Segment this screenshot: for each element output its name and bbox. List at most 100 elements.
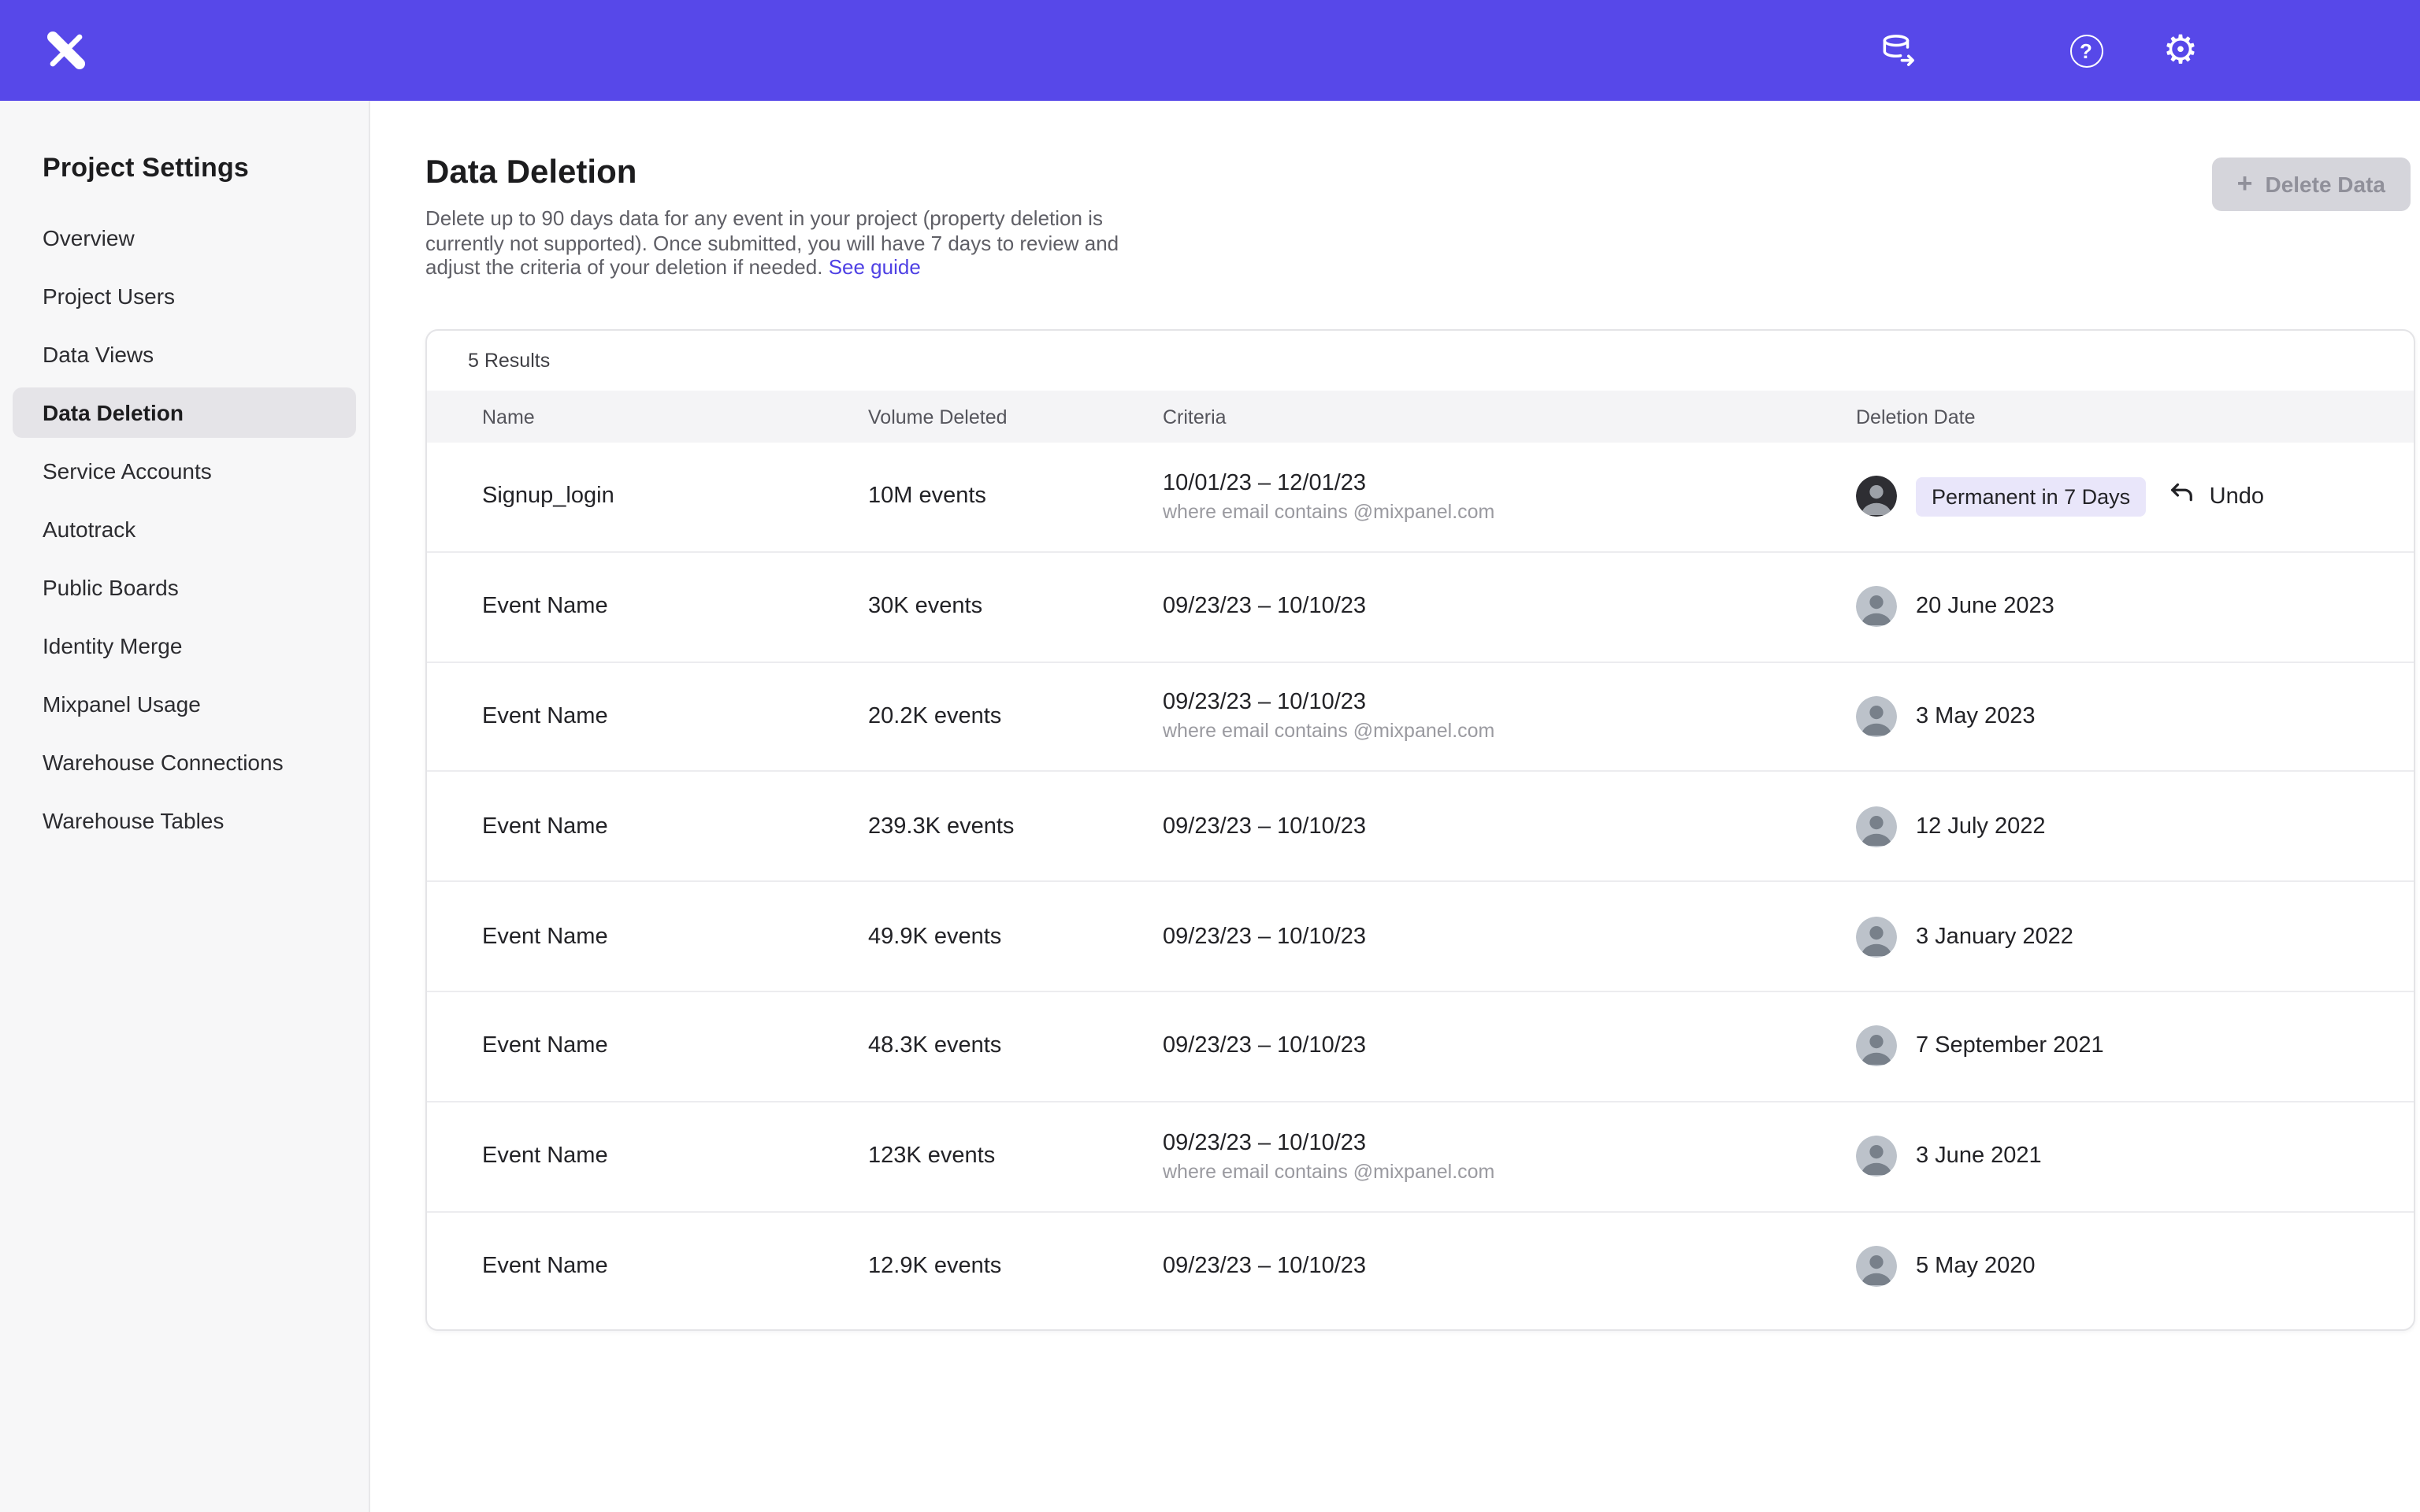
volume-cell: 20.2K events <box>868 704 1163 729</box>
see-guide-link[interactable]: See guide <box>829 255 921 279</box>
volume-cell: 239.3K events <box>868 814 1163 839</box>
page-title: Data Deletion <box>425 154 637 192</box>
volume-value: 239.3K events <box>868 814 1014 839</box>
deletion-date: 12 July 2022 <box>1916 814 2045 839</box>
sidebar-item-mixpanel-usage[interactable]: Mixpanel Usage <box>13 679 356 729</box>
event-name: Event Name <box>482 1143 608 1169</box>
sidebar-item-label: Identity Merge <box>43 633 182 658</box>
deletion-date-cell: 12 July 2022 <box>1856 806 2414 847</box>
user-avatar <box>1856 916 1897 957</box>
app-window: ? ⚙ Project Settings OverviewProject Use… <box>0 0 2420 1512</box>
event-name-cell: Event Name <box>482 814 868 839</box>
criteria-cell: 09/23/23 – 10/10/23 <box>1163 924 1856 949</box>
volume-cell: 30K events <box>868 594 1163 619</box>
criteria-cell: 09/23/23 – 10/10/23 <box>1163 814 1856 839</box>
criteria-range: 09/23/23 – 10/10/23 <box>1163 1130 1856 1155</box>
column-header-deletion-date: Deletion Date <box>1856 406 2414 428</box>
settings-icon[interactable]: ⚙ <box>2160 30 2201 71</box>
volume-value: 123K events <box>868 1143 995 1169</box>
sidebar-item-identity-merge[interactable]: Identity Merge <box>13 621 356 671</box>
plus-icon: + <box>2237 170 2253 197</box>
table-row: Event Name 20.2K events 09/23/23 – 10/10… <box>427 662 2414 773</box>
deletion-date-cell: 3 May 2023 <box>1856 696 2414 737</box>
criteria-filter: where email contains @mixpanel.com <box>1163 501 1856 523</box>
delete-data-label: Delete Data <box>2265 172 2385 197</box>
table-row: Event Name 12.9K events 09/23/23 – 10/10… <box>427 1212 2414 1322</box>
volume-value: 48.3K events <box>868 1034 1001 1059</box>
undo-icon <box>2169 480 2195 513</box>
sidebar-item-label: Overview <box>43 225 135 250</box>
user-avatar <box>1856 1247 1897 1288</box>
criteria-range: 09/23/23 – 10/10/23 <box>1163 691 1856 716</box>
column-header-volume: Volume Deleted <box>868 406 1163 428</box>
criteria-filter: where email contains @mixpanel.com <box>1163 721 1856 743</box>
criteria-cell: 10/01/23 – 12/01/23 where email contains… <box>1163 471 1856 523</box>
data-export-icon[interactable] <box>1876 30 1917 71</box>
event-name-cell: Event Name <box>482 704 868 729</box>
criteria-range: 09/23/23 – 10/10/23 <box>1163 1034 1856 1059</box>
question-mark-glyph: ? <box>2069 34 2103 67</box>
user-avatar <box>1856 586 1897 627</box>
top-navbar: ? ⚙ <box>0 0 2420 101</box>
sidebar-item-label: Mixpanel Usage <box>43 691 201 717</box>
deletion-date: 3 June 2021 <box>1916 1143 2042 1169</box>
table-header-row: Name Volume Deleted Criteria Deletion Da… <box>427 391 2414 443</box>
criteria-cell: 09/23/23 – 10/10/23 <box>1163 594 1856 619</box>
volume-cell: 10M events <box>868 484 1163 510</box>
sidebar-item-service-accounts[interactable]: Service Accounts <box>13 446 356 496</box>
page-description: Delete up to 90 days data for any event … <box>425 206 1122 280</box>
sidebar-item-warehouse-tables[interactable]: Warehouse Tables <box>13 795 356 846</box>
deletion-table-card: 5 Results Name Volume Deleted Criteria D… <box>425 329 2415 1331</box>
deletion-date-cell: 3 June 2021 <box>1856 1136 2414 1177</box>
deletion-date-cell: 7 September 2021 <box>1856 1026 2414 1067</box>
sidebar-item-warehouse-connections[interactable]: Warehouse Connections <box>13 737 356 788</box>
volume-value: 30K events <box>868 594 982 619</box>
user-avatar <box>1856 476 1897 517</box>
criteria-cell: 09/23/23 – 10/10/23 <box>1163 1254 1856 1280</box>
sidebar-item-public-boards[interactable]: Public Boards <box>13 562 356 613</box>
sidebar-item-data-deletion[interactable]: Data Deletion <box>13 387 356 438</box>
results-count: 5 Results <box>427 331 2414 391</box>
apps-grid-icon[interactable] <box>1971 30 2012 71</box>
sidebar-nav: Overview Project Users Data Views Data Dele… <box>0 213 369 846</box>
sidebar-item-overview[interactable]: Overview <box>13 213 356 263</box>
event-name: Event Name <box>482 594 608 619</box>
criteria-cell: 09/23/23 – 10/10/23 where email contains… <box>1163 1130 1856 1182</box>
deletion-date-cell: 20 June 2023 <box>1856 586 2414 627</box>
delete-data-button[interactable]: + Delete Data <box>2212 158 2411 211</box>
event-name-cell: Signup_login <box>482 484 868 510</box>
sidebar-item-autotrack[interactable]: Autotrack <box>13 504 356 554</box>
volume-value: 49.9K events <box>868 924 1001 949</box>
sidebar-item-label: Autotrack <box>43 517 135 542</box>
sidebar-item-data-views[interactable]: Data Views <box>13 329 356 380</box>
user-avatar <box>1856 696 1897 737</box>
table-body: Signup_login 10M events 10/01/23 – 12/01… <box>427 443 2414 1322</box>
volume-value: 20.2K events <box>868 704 1001 729</box>
undo-button[interactable]: Undo <box>2169 480 2264 513</box>
event-name-cell: Event Name <box>482 1254 868 1280</box>
main-content: Data Deletion Delete up to 90 days data … <box>370 101 2420 1512</box>
criteria-cell: 09/23/23 – 10/10/23 where email contains… <box>1163 691 1856 743</box>
criteria-range: 09/23/23 – 10/10/23 <box>1163 594 1856 619</box>
event-name: Event Name <box>482 1254 608 1280</box>
criteria-range: 09/23/23 – 10/10/23 <box>1163 1254 1856 1280</box>
criteria-range: 09/23/23 – 10/10/23 <box>1163 814 1856 839</box>
event-name: Signup_login <box>482 484 614 510</box>
content-shell: Project Settings OverviewProject UsersDa… <box>0 101 2420 1512</box>
event-name: Event Name <box>482 814 608 839</box>
user-avatar <box>1856 1136 1897 1177</box>
criteria-range: 10/01/23 – 12/01/23 <box>1163 471 1856 496</box>
sidebar-item-label: Data Views <box>43 342 154 367</box>
help-icon[interactable]: ? <box>2066 30 2106 71</box>
event-name: Event Name <box>482 1034 608 1059</box>
event-name: Event Name <box>482 704 608 729</box>
user-avatar <box>1856 806 1897 847</box>
sidebar-item-label: Project Users <box>43 284 175 309</box>
mixpanel-logo-icon[interactable] <box>43 27 90 74</box>
deletion-date: 5 May 2020 <box>1916 1254 2036 1280</box>
undo-label: Undo <box>2210 484 2264 510</box>
description-text: Delete up to 90 days data for any event … <box>425 206 1119 279</box>
sidebar-item-project-users[interactable]: Project Users <box>13 271 356 321</box>
deletion-date: 3 May 2023 <box>1916 704 2036 729</box>
deletion-date-cell: 3 January 2022 <box>1856 916 2414 957</box>
